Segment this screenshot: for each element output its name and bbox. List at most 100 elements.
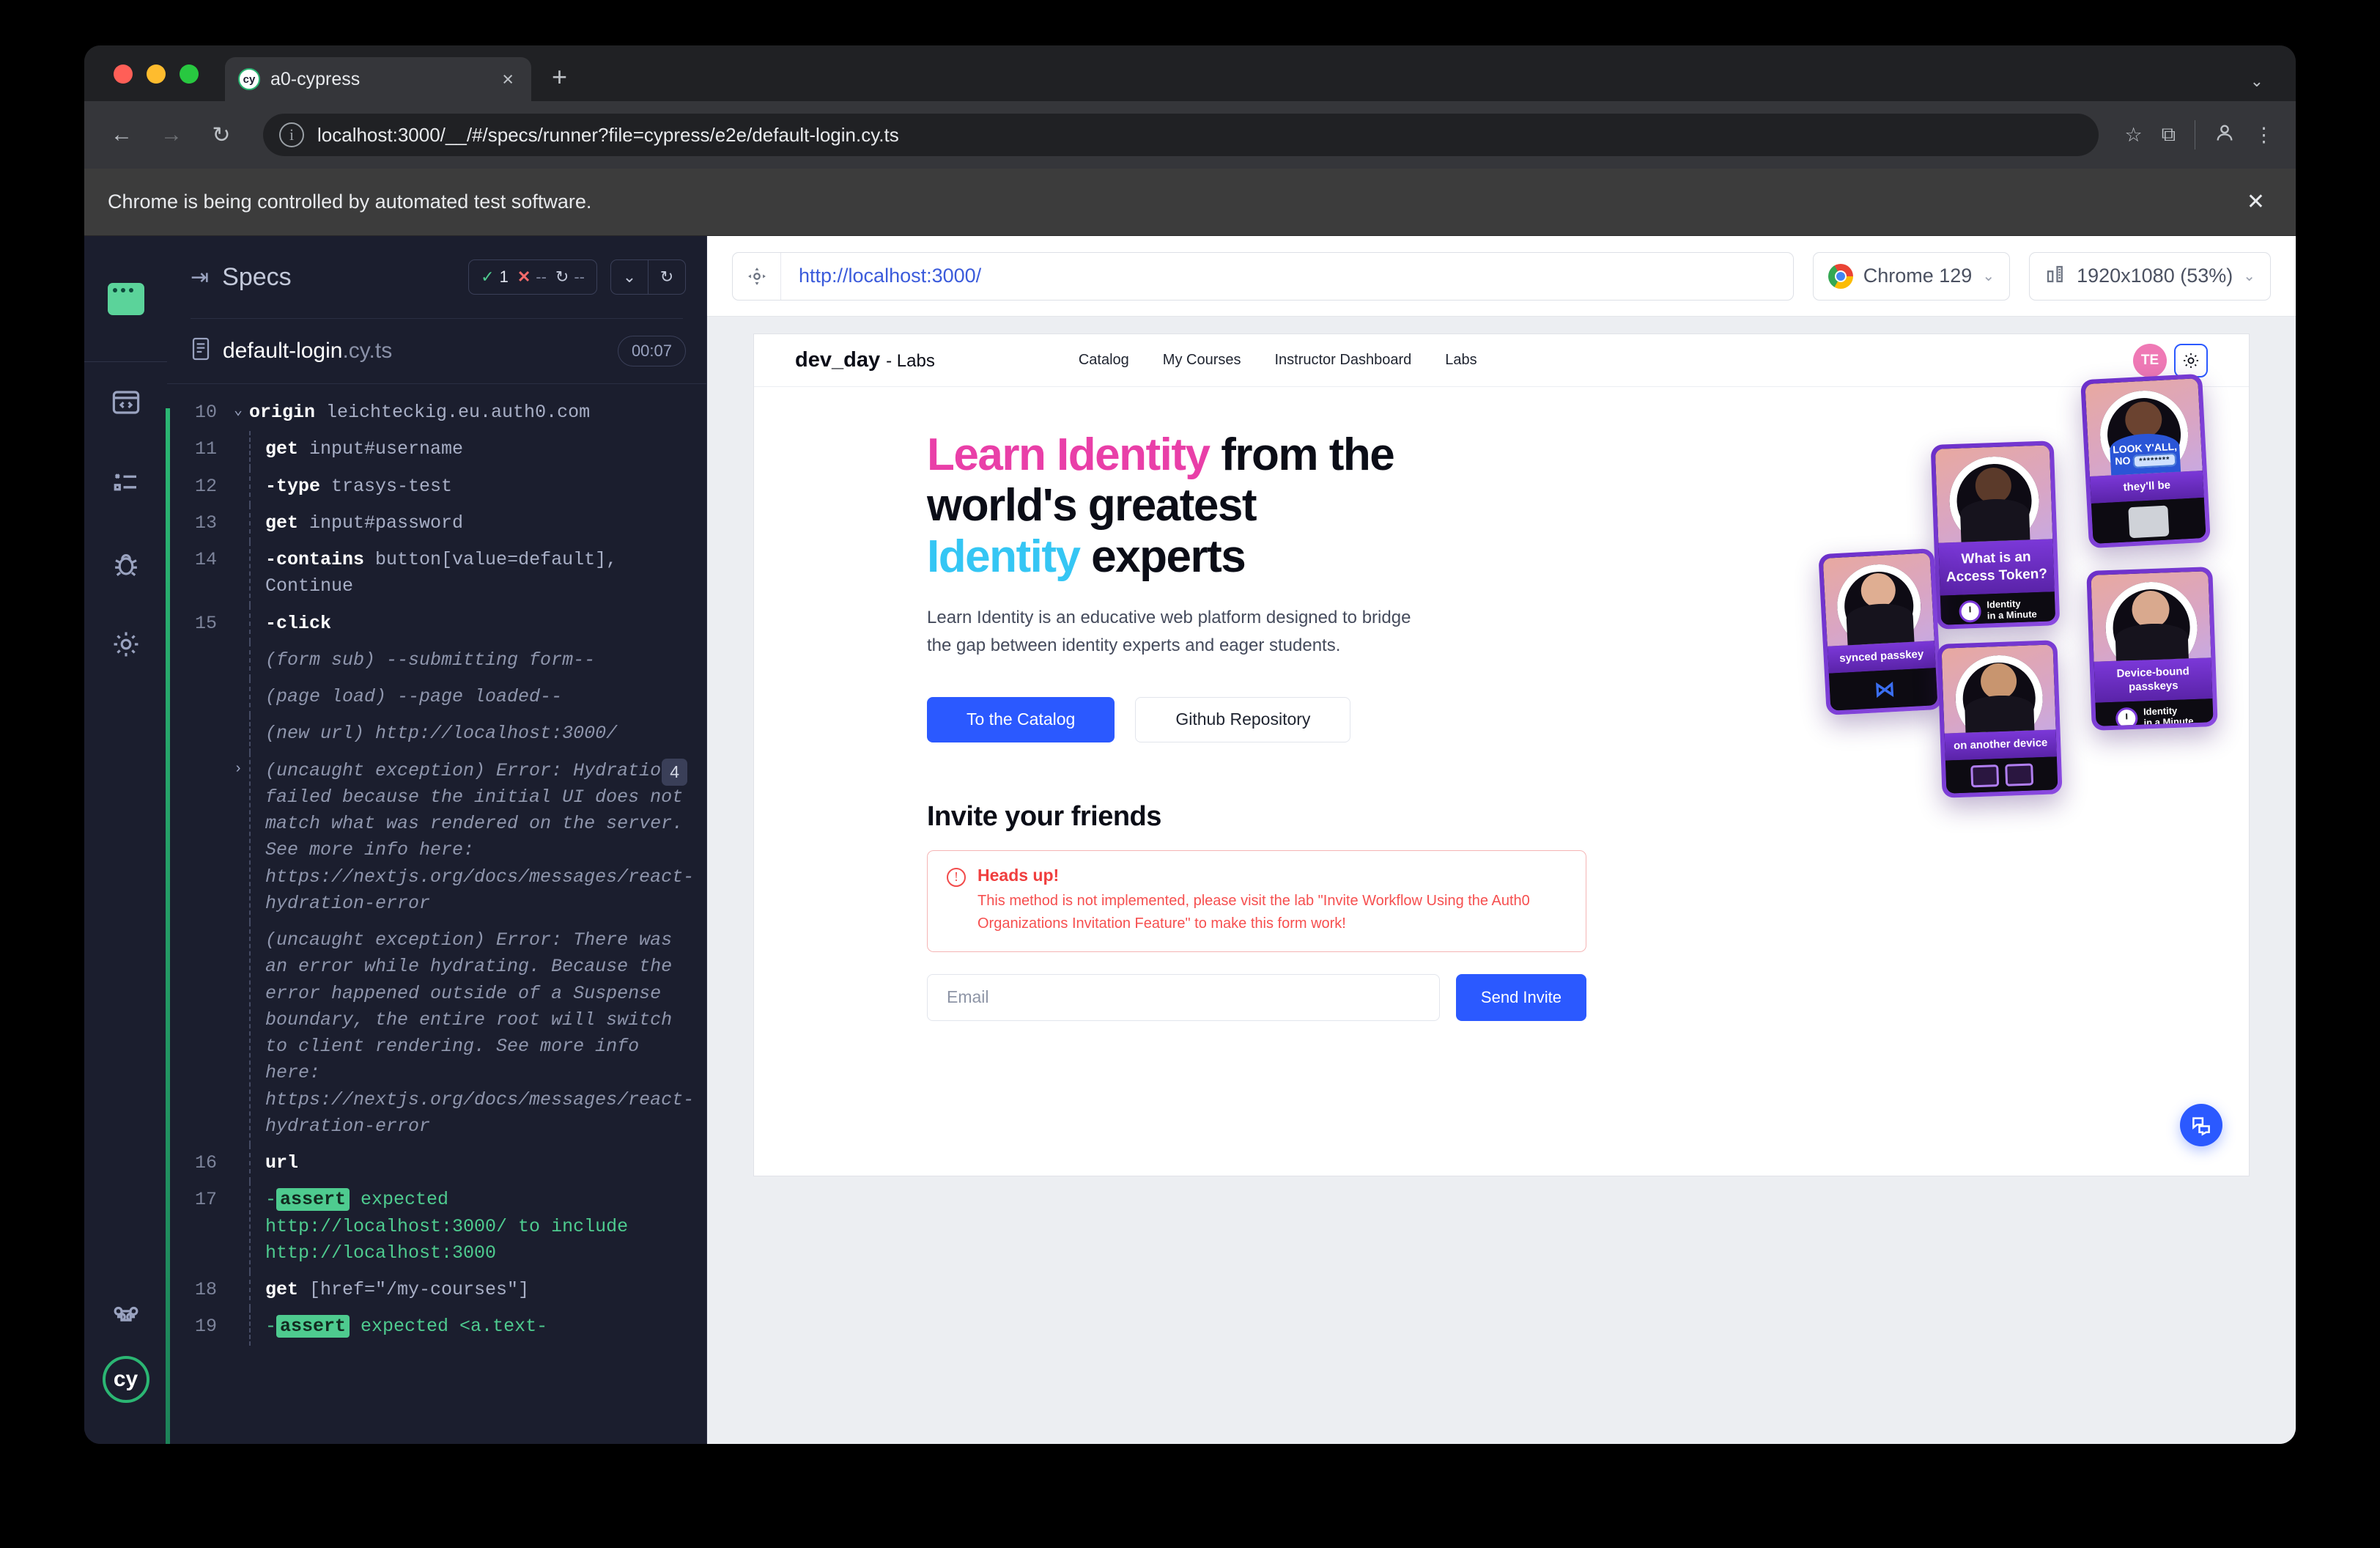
sidebar-item-debug[interactable] xyxy=(84,523,167,604)
command-log-number: 11 xyxy=(194,438,217,460)
email-field[interactable] xyxy=(927,973,1440,1021)
command-log-text: (form sub) --submitting form-- xyxy=(249,647,686,674)
command-log-text: (page load) --page loaded-- xyxy=(249,684,686,710)
github-repository-button[interactable]: Github Repository xyxy=(1135,696,1351,742)
sidebar-item-specs[interactable] xyxy=(84,362,167,443)
sidebar-item-keyboard-shortcuts[interactable] xyxy=(84,1275,167,1356)
viewport-selector[interactable]: 1920x1080 (53%) ⌄ xyxy=(2029,251,2271,301)
command-log-entry[interactable]: 18 get [href="/my-courses"] xyxy=(167,1272,706,1309)
command-name: -click xyxy=(265,612,332,634)
hero-paragraph: Learn Identity is an educative web platf… xyxy=(927,608,1411,655)
close-window-button[interactable] xyxy=(114,64,133,84)
command-argument: input#username xyxy=(298,438,464,460)
command-log-expand-icon xyxy=(227,1150,249,1176)
site-info-icon[interactable]: i xyxy=(279,122,304,147)
spec-file-row[interactable]: default-login.cy.ts 00:07 xyxy=(167,319,706,383)
rerun-button[interactable]: ↻ xyxy=(648,260,685,294)
cypress-project-logo[interactable] xyxy=(84,236,167,362)
send-invite-button[interactable]: Send Invite xyxy=(1455,973,1586,1021)
browser-window: cy a0-cypress × + ⌄ ← → ↻ i localhost:30… xyxy=(84,45,2296,1444)
browser-tab[interactable]: cy a0-cypress × xyxy=(225,57,531,101)
command-log-entry[interactable]: 14 -contains button[value=default], Conti… xyxy=(167,542,706,605)
minimize-window-button[interactable] xyxy=(147,64,166,84)
command-nesting-guide xyxy=(249,1182,251,1272)
command-name: origin xyxy=(249,402,316,423)
command-log-text: - assert expected http://localhost:3000/ … xyxy=(249,1187,686,1267)
back-button[interactable]: ← xyxy=(106,122,137,147)
stat-passed: ✓ 1 xyxy=(481,268,509,287)
address-bar[interactable]: i localhost:3000/__/#/specs/runner?file=… xyxy=(263,114,2099,156)
theme-toggle-button[interactable] xyxy=(2174,343,2208,377)
automation-infobar-text: Chrome is being controlled by automated … xyxy=(108,191,592,213)
aut-url-text: http://localhost:3000/ xyxy=(799,265,982,287)
sidebar-item-runs[interactable] xyxy=(84,443,167,523)
site-nav-link-my-courses[interactable]: My Courses xyxy=(1163,352,1241,369)
infobar-close-button[interactable]: ✕ xyxy=(2239,189,2272,215)
invite-alert-text: Heads up! This method is not implemented… xyxy=(978,866,1567,935)
command-nesting-guide xyxy=(249,752,251,922)
chrome-icon xyxy=(1828,263,1853,289)
site-brand[interactable]: dev_day - Labs xyxy=(795,348,935,372)
hero-heading-accent-1: Learn Identity xyxy=(927,430,1211,480)
command-log-entry[interactable]: 17 - assert expected http://localhost:3000… xyxy=(167,1182,706,1272)
spec-file-name: default-login.cy.ts xyxy=(223,339,606,364)
command-log-text: get input#username xyxy=(249,436,686,462)
sun-icon xyxy=(2184,353,2198,368)
maximize-window-button[interactable] xyxy=(180,64,199,84)
avatar[interactable]: TE xyxy=(2133,343,2167,377)
command-log-text: -click xyxy=(249,611,686,637)
command-log-entry[interactable]: 11 get input#username xyxy=(167,431,706,468)
chevron-down-icon: ⌄ xyxy=(2243,268,2255,284)
command-log-entry[interactable]: 16 url xyxy=(167,1145,706,1182)
collapse-specs-icon[interactable]: ⇥ xyxy=(191,265,209,290)
forward-button[interactable]: → xyxy=(156,122,187,147)
command-log-entry[interactable]: 15 -click xyxy=(167,605,706,642)
spec-file-extension: .cy.ts xyxy=(342,339,393,363)
cypress-logo[interactable]: cy xyxy=(102,1356,149,1403)
to-the-catalog-button[interactable]: To the Catalog xyxy=(927,696,1115,742)
command-log-number: 10 xyxy=(194,402,217,423)
site-nav-link-instructor-dashboard[interactable]: Instructor Dashboard xyxy=(1274,352,1411,369)
command-log-text: (uncaught exception) Error: Hydration fa… xyxy=(249,758,694,918)
aut-url-bar[interactable]: http://localhost:3000/ xyxy=(732,251,1794,301)
sidebar-item-settings[interactable] xyxy=(84,604,167,685)
selector-playground-icon[interactable] xyxy=(733,252,781,300)
command-log-entry[interactable]: (new url) http://localhost:3000/ xyxy=(167,715,706,753)
command-log-entry[interactable]: (uncaught exception) Error: There was an… xyxy=(167,922,706,1145)
run-options-chevron-icon[interactable]: ⌄ xyxy=(611,260,648,294)
command-log-entry[interactable]: 10 ⌄ origin leichteckig.eu.auth0.com xyxy=(167,394,706,431)
command-log-entry[interactable]: › (uncaught exception) Error: Hydration f… xyxy=(167,752,706,922)
stat-failed: ✕ -- xyxy=(517,268,547,287)
chat-support-button[interactable] xyxy=(2180,1104,2222,1146)
command-log-expand-icon[interactable]: ⌄ xyxy=(227,399,249,426)
browser-tab-title: a0-cypress xyxy=(270,68,361,89)
close-tab-button[interactable]: × xyxy=(498,69,518,89)
command-log-entry[interactable]: (page load) --page loaded-- xyxy=(167,679,706,716)
command-log-text: get [href="/my-courses"] xyxy=(249,1277,686,1303)
profile-avatar-icon[interactable] xyxy=(2214,122,2235,148)
command-log-entry[interactable]: 12 -type trasys-test xyxy=(167,468,706,505)
command-log-scroll[interactable]: 10 ⌄ origin leichteckig.eu.auth0.com 11 get … xyxy=(167,383,706,1444)
browser-menu-icon[interactable]: ⋮ xyxy=(2254,124,2274,147)
aut-iframe[interactable]: dev_day - Labs Catalog My Courses Instruct… xyxy=(754,334,2249,1176)
command-log-number xyxy=(167,684,227,710)
extensions-icon[interactable]: ⧉ xyxy=(2162,123,2176,147)
site-nav-link-labs[interactable]: Labs xyxy=(1445,352,1477,369)
project-windows-icon xyxy=(107,282,151,322)
command-log-number xyxy=(167,647,227,674)
new-tab-button[interactable]: + xyxy=(552,62,567,92)
command-log-expand-icon[interactable]: › xyxy=(227,758,249,918)
hero-cta-row: To the Catalog Github Repository xyxy=(927,696,2249,742)
command-log-entry[interactable]: 19 - assert expected <a.text- xyxy=(167,1308,706,1346)
command-log-entry[interactable]: (form sub) --submitting form-- xyxy=(167,641,706,679)
tab-search-chevron-icon[interactable]: ⌄ xyxy=(2250,72,2263,91)
command-log-entry[interactable]: 13 get input#password xyxy=(167,504,706,542)
browser-selector[interactable]: Chrome 129 ⌄ xyxy=(1812,251,2011,301)
command-nesting-guide xyxy=(249,542,251,605)
command-log-expand-icon xyxy=(227,547,249,600)
site-nav-link-catalog[interactable]: Catalog xyxy=(1079,352,1129,369)
app-preview-panel: http://localhost:3000/ Chrome 129 ⌄ 1920… xyxy=(707,236,2296,1444)
bookmark-star-icon[interactable]: ☆ xyxy=(2125,124,2143,147)
reload-button[interactable]: ↻ xyxy=(206,122,237,148)
command-log-message: (uncaught exception) Error: Hydration fa… xyxy=(265,759,695,914)
